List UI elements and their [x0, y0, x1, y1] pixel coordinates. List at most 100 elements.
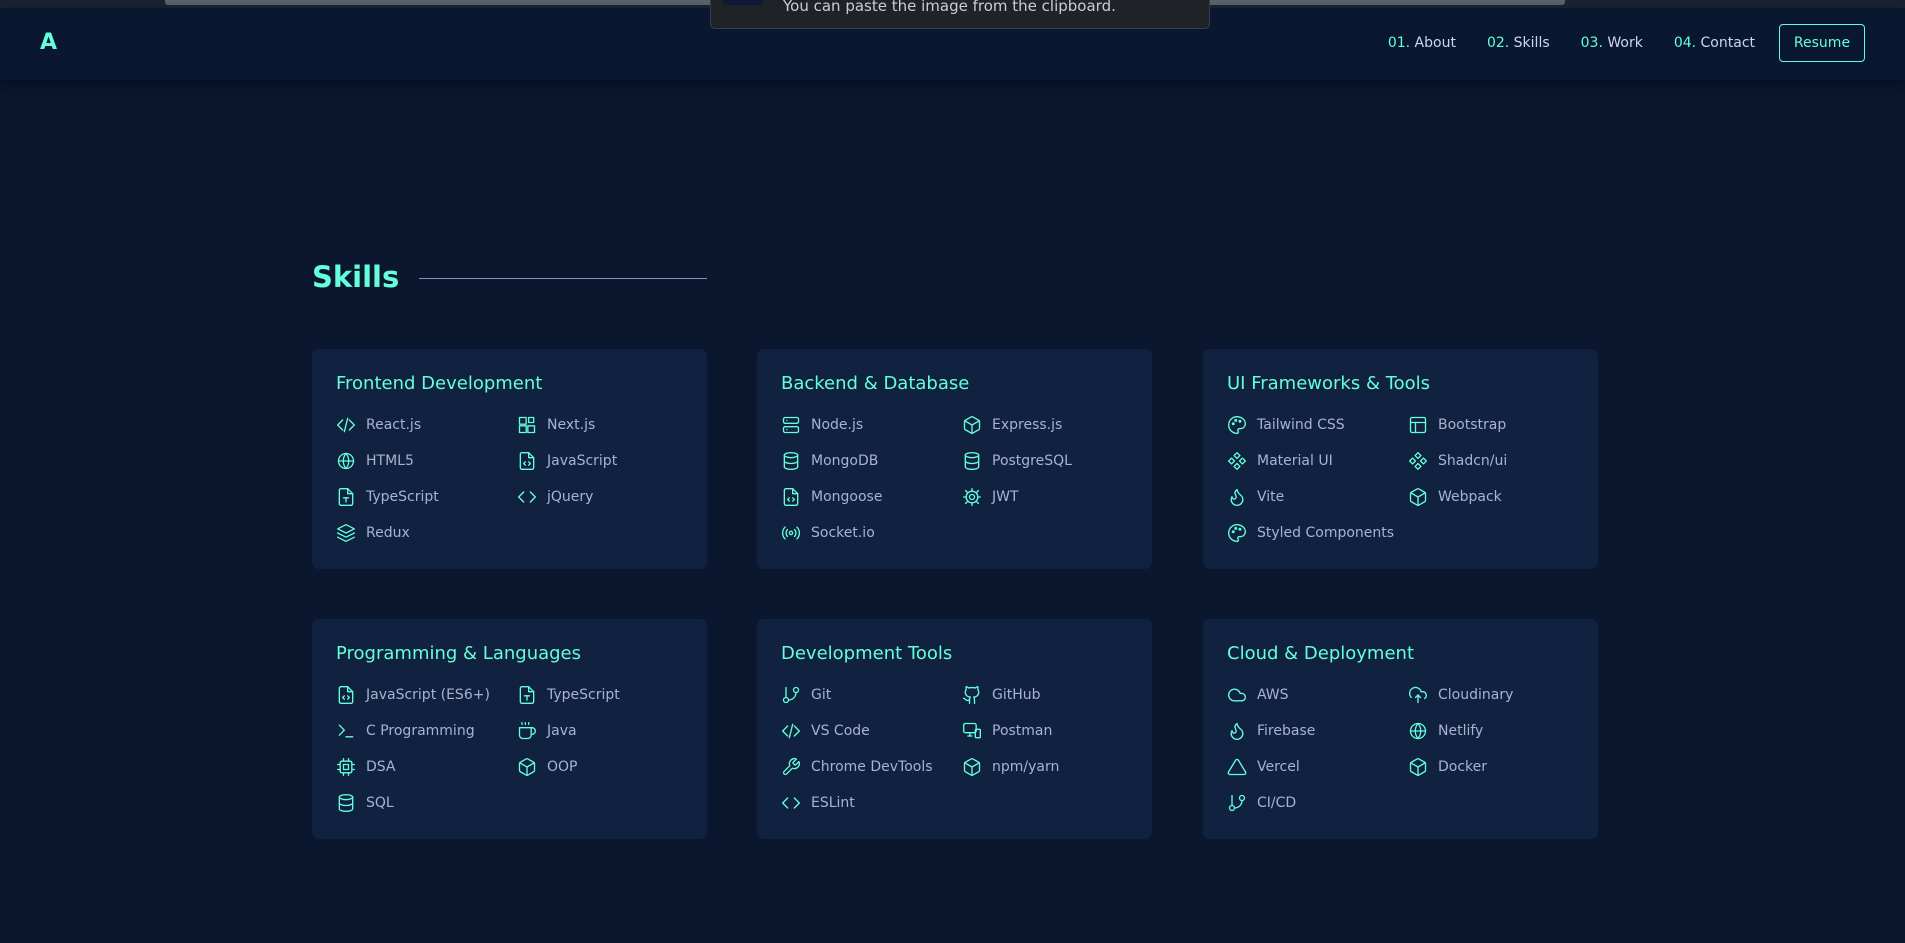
nav-number: 02.	[1486, 35, 1510, 51]
skill-label: C Programming	[366, 723, 475, 739]
skill-label: Express.js	[992, 417, 1063, 433]
skill-label: Mongoose	[811, 489, 883, 505]
component-icon	[1409, 452, 1427, 470]
skill-label: PostgreSQL	[992, 453, 1072, 469]
wrench-icon	[782, 758, 800, 776]
skill-card: Programming & Languages JavaScript (ES6+)…	[312, 619, 707, 839]
skill-label: Node.js	[811, 417, 864, 433]
skill-list: AWS Cloudinary Firebase Netlify Vercel Docker…	[1227, 685, 1587, 813]
skill-list: JavaScript (ES6+) TypeScript C Programming…	[336, 685, 696, 813]
skill-label: Docker	[1438, 759, 1488, 775]
skill-item: Netlify	[1408, 721, 1589, 741]
code-icon	[337, 417, 355, 433]
cloud-icon	[1228, 688, 1246, 702]
layers-icon	[337, 524, 355, 542]
skill-item: Shadcn/ui	[1408, 451, 1589, 471]
git-branch-icon	[782, 686, 800, 704]
skill-label: Netlify	[1438, 723, 1484, 739]
skill-item: Cloudinary	[1408, 685, 1589, 705]
skill-item: ESLint	[781, 793, 962, 813]
radio-icon	[781, 526, 801, 540]
skill-list: Node.js Express.js MongoDB PostgreSQL Mongoo…	[781, 415, 1141, 543]
skill-item: Firebase	[1227, 721, 1408, 741]
site-logo[interactable]: A	[40, 30, 57, 55]
package-icon	[963, 416, 981, 434]
coffee-icon	[518, 722, 536, 740]
skill-label: Webpack	[1438, 489, 1502, 505]
skill-label: GitHub	[992, 687, 1041, 703]
skill-item: Chrome DevTools	[781, 757, 962, 777]
skill-label: JWT	[992, 489, 1019, 505]
skill-label: Next.js	[547, 417, 596, 433]
nav-link-contact[interactable]: 04. Contact	[1674, 35, 1755, 51]
clipboard-toast: You can paste the image from the clipboa…	[710, 0, 1210, 29]
skill-card-title: Programming & Languages	[336, 643, 582, 664]
skill-item: Vite	[1227, 487, 1408, 507]
code-icon	[782, 723, 800, 739]
git-branch-icon	[1228, 794, 1246, 812]
file-code-icon	[519, 452, 535, 470]
skill-label: TypeScript	[366, 489, 439, 505]
title-divider	[419, 278, 707, 279]
skill-label: AWS	[1257, 687, 1289, 703]
skill-item: Redux	[336, 523, 517, 543]
globe-icon	[337, 452, 355, 470]
skill-item: Mongoose	[781, 487, 962, 507]
skill-label: ESLint	[811, 795, 855, 811]
nav-number: 01.	[1387, 35, 1411, 51]
toast-message: You can paste the image from the clipboa…	[783, 0, 1116, 15]
cloud-upload-icon	[1409, 686, 1427, 704]
nav-label: About	[1414, 35, 1456, 51]
skill-label: Tailwind CSS	[1257, 417, 1345, 433]
palette-icon	[1228, 524, 1246, 542]
skill-label: Git	[811, 687, 832, 703]
package-icon	[1409, 758, 1427, 776]
nav-link-skills[interactable]: 02. Skills	[1487, 35, 1550, 51]
skill-label: Bootstrap	[1438, 417, 1507, 433]
skill-list: Tailwind CSS Bootstrap Material UI Shadcn/u…	[1227, 415, 1587, 543]
skill-label: npm/yarn	[992, 759, 1060, 775]
chevrons-code-icon	[782, 797, 800, 809]
nav-link-work[interactable]: 03. Work	[1581, 35, 1643, 51]
skill-item: JavaScript	[517, 451, 698, 471]
nav-number: 03.	[1580, 35, 1603, 51]
monitor-icon	[963, 722, 981, 739]
skill-label: jQuery	[547, 489, 594, 505]
file-type-icon	[519, 686, 535, 704]
skill-label: Material UI	[1257, 453, 1333, 469]
flame-icon	[1230, 488, 1244, 506]
skill-card-title: Cloud & Deployment	[1227, 643, 1414, 664]
globe-icon	[1409, 722, 1427, 740]
skill-item: OOP	[517, 757, 698, 777]
skill-item: CI/CD	[1227, 793, 1408, 813]
skill-label: Vercel	[1257, 759, 1300, 775]
main-nav: 01. About 02. Skills 03. Work 04. Contac…	[1357, 24, 1865, 62]
skill-label: Socket.io	[811, 525, 875, 541]
skill-item: HTML5	[336, 451, 517, 471]
skill-item: Styled Components	[1227, 523, 1408, 543]
skill-card: Backend & Database Node.js Express.js Mongo…	[757, 349, 1152, 569]
gear-icon	[963, 488, 981, 506]
blocks-icon	[518, 416, 536, 434]
resume-button[interactable]: Resume	[1779, 24, 1865, 62]
palette-icon	[1228, 416, 1246, 434]
package-icon	[963, 758, 981, 776]
nav-number: 04.	[1673, 35, 1697, 51]
toast-icon	[723, 0, 763, 5]
skill-label: JavaScript	[547, 453, 618, 469]
skill-item: AWS	[1227, 685, 1408, 705]
skill-label: Postman	[992, 723, 1053, 739]
skill-label: Vite	[1257, 489, 1285, 505]
file-type-icon	[338, 488, 354, 506]
nav-link-about[interactable]: 01. About	[1388, 35, 1456, 51]
skill-item: TypeScript	[336, 487, 517, 507]
skill-label: MongoDB	[811, 453, 879, 469]
skill-item: VS Code	[781, 721, 962, 741]
skill-item: Postman	[962, 721, 1143, 741]
skill-label: Redux	[366, 525, 410, 541]
skill-label: Firebase	[1257, 723, 1316, 739]
skill-item: SQL	[336, 793, 517, 813]
skill-label: JavaScript (ES6+)	[366, 687, 490, 703]
skill-item: Socket.io	[781, 523, 962, 543]
skill-label: React.js	[366, 417, 422, 433]
